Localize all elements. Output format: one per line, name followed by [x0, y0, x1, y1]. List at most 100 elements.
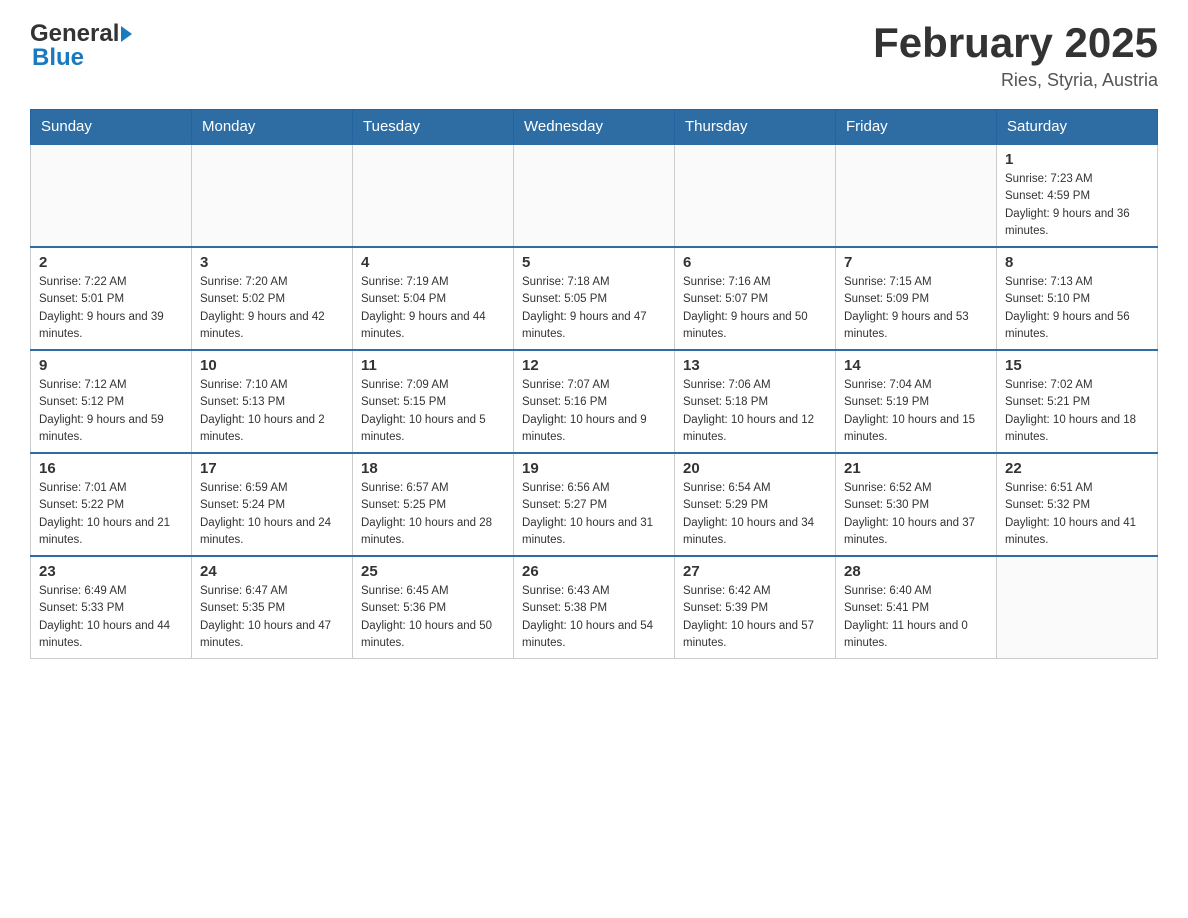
day-number: 20	[683, 460, 827, 477]
calendar-cell	[675, 144, 836, 247]
calendar-cell: 22 Sunrise: 6:51 AM Sunset: 5:32 PM Dayli…	[997, 453, 1158, 556]
day-number: 11	[361, 357, 505, 374]
weekday-header-friday: Friday	[836, 110, 997, 145]
day-info: Sunrise: 7:06 AM Sunset: 5:18 PM Dayligh…	[683, 377, 827, 446]
day-number: 27	[683, 563, 827, 580]
day-info: Sunrise: 7:09 AM Sunset: 5:15 PM Dayligh…	[361, 377, 505, 446]
calendar-cell: 23 Sunrise: 6:49 AM Sunset: 5:33 PM Dayli…	[31, 556, 192, 659]
calendar-cell: 11 Sunrise: 7:09 AM Sunset: 5:15 PM Dayli…	[353, 350, 514, 453]
day-number: 9	[39, 357, 183, 374]
calendar-cell: 10 Sunrise: 7:10 AM Sunset: 5:13 PM Dayli…	[192, 350, 353, 453]
day-number: 24	[200, 563, 344, 580]
day-info: Sunrise: 7:16 AM Sunset: 5:07 PM Dayligh…	[683, 274, 827, 343]
day-number: 22	[1005, 460, 1149, 477]
weekday-header-saturday: Saturday	[997, 110, 1158, 145]
calendar-table: SundayMondayTuesdayWednesdayThursdayFrid…	[30, 109, 1158, 659]
day-number: 7	[844, 254, 988, 271]
day-number: 19	[522, 460, 666, 477]
day-info: Sunrise: 7:10 AM Sunset: 5:13 PM Dayligh…	[200, 377, 344, 446]
day-info: Sunrise: 7:23 AM Sunset: 4:59 PM Dayligh…	[1005, 171, 1149, 240]
day-info: Sunrise: 6:51 AM Sunset: 5:32 PM Dayligh…	[1005, 480, 1149, 549]
day-number: 23	[39, 563, 183, 580]
day-info: Sunrise: 7:07 AM Sunset: 5:16 PM Dayligh…	[522, 377, 666, 446]
day-number: 14	[844, 357, 988, 374]
calendar-title: February 2025	[873, 20, 1158, 66]
weekday-header-sunday: Sunday	[31, 110, 192, 145]
day-info: Sunrise: 6:42 AM Sunset: 5:39 PM Dayligh…	[683, 583, 827, 652]
calendar-cell: 14 Sunrise: 7:04 AM Sunset: 5:19 PM Dayli…	[836, 350, 997, 453]
calendar-cell: 21 Sunrise: 6:52 AM Sunset: 5:30 PM Dayli…	[836, 453, 997, 556]
day-info: Sunrise: 7:22 AM Sunset: 5:01 PM Dayligh…	[39, 274, 183, 343]
calendar-cell: 19 Sunrise: 6:56 AM Sunset: 5:27 PM Dayli…	[514, 453, 675, 556]
calendar-header: SundayMondayTuesdayWednesdayThursdayFrid…	[31, 110, 1158, 145]
calendar-subtitle: Ries, Styria, Austria	[873, 70, 1158, 91]
weekday-header-row: SundayMondayTuesdayWednesdayThursdayFrid…	[31, 110, 1158, 145]
calendar-cell: 15 Sunrise: 7:02 AM Sunset: 5:21 PM Dayli…	[997, 350, 1158, 453]
calendar-cell: 13 Sunrise: 7:06 AM Sunset: 5:18 PM Dayli…	[675, 350, 836, 453]
day-number: 10	[200, 357, 344, 374]
logo: General Blue	[30, 20, 132, 72]
day-number: 25	[361, 563, 505, 580]
title-section: February 2025 Ries, Styria, Austria	[873, 20, 1158, 91]
weekday-header-thursday: Thursday	[675, 110, 836, 145]
day-info: Sunrise: 7:01 AM Sunset: 5:22 PM Dayligh…	[39, 480, 183, 549]
day-number: 21	[844, 460, 988, 477]
calendar-cell: 9 Sunrise: 7:12 AM Sunset: 5:12 PM Daylig…	[31, 350, 192, 453]
day-number: 16	[39, 460, 183, 477]
day-info: Sunrise: 7:04 AM Sunset: 5:19 PM Dayligh…	[844, 377, 988, 446]
day-info: Sunrise: 7:19 AM Sunset: 5:04 PM Dayligh…	[361, 274, 505, 343]
day-number: 13	[683, 357, 827, 374]
weekday-header-monday: Monday	[192, 110, 353, 145]
calendar-cell	[192, 144, 353, 247]
logo-arrow-icon	[121, 26, 132, 42]
calendar-cell	[836, 144, 997, 247]
calendar-week-4: 16 Sunrise: 7:01 AM Sunset: 5:22 PM Dayli…	[31, 453, 1158, 556]
calendar-cell: 3Sunrise: 7:20 AM Sunset: 5:02 PM Daylig…	[192, 247, 353, 350]
day-number: 4	[361, 254, 505, 271]
day-info: Sunrise: 6:45 AM Sunset: 5:36 PM Dayligh…	[361, 583, 505, 652]
calendar-cell: 8Sunrise: 7:13 AM Sunset: 5:10 PM Daylig…	[997, 247, 1158, 350]
day-info: Sunrise: 6:52 AM Sunset: 5:30 PM Dayligh…	[844, 480, 988, 549]
day-number: 2	[39, 254, 183, 271]
calendar-cell: 28Sunrise: 6:40 AM Sunset: 5:41 PM Dayli…	[836, 556, 997, 659]
calendar-cell	[514, 144, 675, 247]
calendar-cell: 24 Sunrise: 6:47 AM Sunset: 5:35 PM Dayli…	[192, 556, 353, 659]
calendar-cell: 4 Sunrise: 7:19 AM Sunset: 5:04 PM Daylig…	[353, 247, 514, 350]
calendar-cell: 7Sunrise: 7:15 AM Sunset: 5:09 PM Daylig…	[836, 247, 997, 350]
logo-blue-text: Blue	[32, 44, 84, 72]
calendar-cell: 16 Sunrise: 7:01 AM Sunset: 5:22 PM Dayli…	[31, 453, 192, 556]
calendar-cell: 2 Sunrise: 7:22 AM Sunset: 5:01 PM Daylig…	[31, 247, 192, 350]
calendar-cell: 6 Sunrise: 7:16 AM Sunset: 5:07 PM Daylig…	[675, 247, 836, 350]
calendar-cell: 25 Sunrise: 6:45 AM Sunset: 5:36 PM Dayli…	[353, 556, 514, 659]
calendar-cell: 1 Sunrise: 7:23 AM Sunset: 4:59 PM Daylig…	[997, 144, 1158, 247]
day-info: Sunrise: 6:56 AM Sunset: 5:27 PM Dayligh…	[522, 480, 666, 549]
day-number: 28	[844, 563, 988, 580]
calendar-week-2: 2 Sunrise: 7:22 AM Sunset: 5:01 PM Daylig…	[31, 247, 1158, 350]
calendar-cell: 12Sunrise: 7:07 AM Sunset: 5:16 PM Dayli…	[514, 350, 675, 453]
day-info: Sunrise: 6:57 AM Sunset: 5:25 PM Dayligh…	[361, 480, 505, 549]
page-header: General Blue February 2025 Ries, Styria,…	[30, 20, 1158, 91]
day-info: Sunrise: 7:13 AM Sunset: 5:10 PM Dayligh…	[1005, 274, 1149, 343]
day-info: Sunrise: 6:54 AM Sunset: 5:29 PM Dayligh…	[683, 480, 827, 549]
day-info: Sunrise: 7:02 AM Sunset: 5:21 PM Dayligh…	[1005, 377, 1149, 446]
day-number: 6	[683, 254, 827, 271]
day-number: 1	[1005, 151, 1149, 168]
weekday-header-wednesday: Wednesday	[514, 110, 675, 145]
calendar-cell	[997, 556, 1158, 659]
day-info: Sunrise: 7:18 AM Sunset: 5:05 PM Dayligh…	[522, 274, 666, 343]
day-info: Sunrise: 7:20 AM Sunset: 5:02 PM Dayligh…	[200, 274, 344, 343]
day-number: 18	[361, 460, 505, 477]
calendar-week-1: 1 Sunrise: 7:23 AM Sunset: 4:59 PM Daylig…	[31, 144, 1158, 247]
day-info: Sunrise: 6:43 AM Sunset: 5:38 PM Dayligh…	[522, 583, 666, 652]
day-number: 15	[1005, 357, 1149, 374]
calendar-cell	[353, 144, 514, 247]
day-number: 5	[522, 254, 666, 271]
day-info: Sunrise: 6:59 AM Sunset: 5:24 PM Dayligh…	[200, 480, 344, 549]
day-info: Sunrise: 7:12 AM Sunset: 5:12 PM Dayligh…	[39, 377, 183, 446]
day-info: Sunrise: 6:47 AM Sunset: 5:35 PM Dayligh…	[200, 583, 344, 652]
day-info: Sunrise: 6:49 AM Sunset: 5:33 PM Dayligh…	[39, 583, 183, 652]
weekday-header-tuesday: Tuesday	[353, 110, 514, 145]
calendar-cell	[31, 144, 192, 247]
calendar-cell: 18 Sunrise: 6:57 AM Sunset: 5:25 PM Dayli…	[353, 453, 514, 556]
calendar-week-3: 9 Sunrise: 7:12 AM Sunset: 5:12 PM Daylig…	[31, 350, 1158, 453]
